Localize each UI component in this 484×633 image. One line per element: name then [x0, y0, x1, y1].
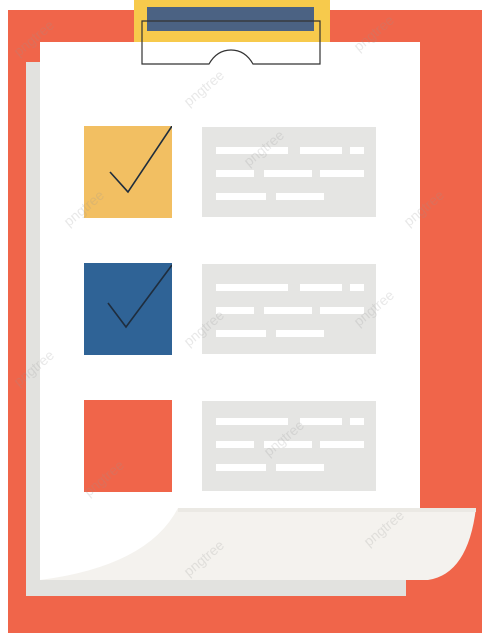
checkbox-2[interactable]: [84, 263, 172, 355]
text-card-2: [202, 264, 376, 354]
check-mark-icon: [107, 264, 172, 329]
checkbox-3[interactable]: [84, 400, 172, 492]
page-curl: [40, 508, 476, 580]
check-mark-icon: [109, 126, 172, 194]
text-card-3: [202, 401, 376, 491]
clip-outline: [141, 20, 321, 65]
text-card-1: [202, 127, 376, 217]
checkbox-1[interactable]: [84, 126, 172, 218]
